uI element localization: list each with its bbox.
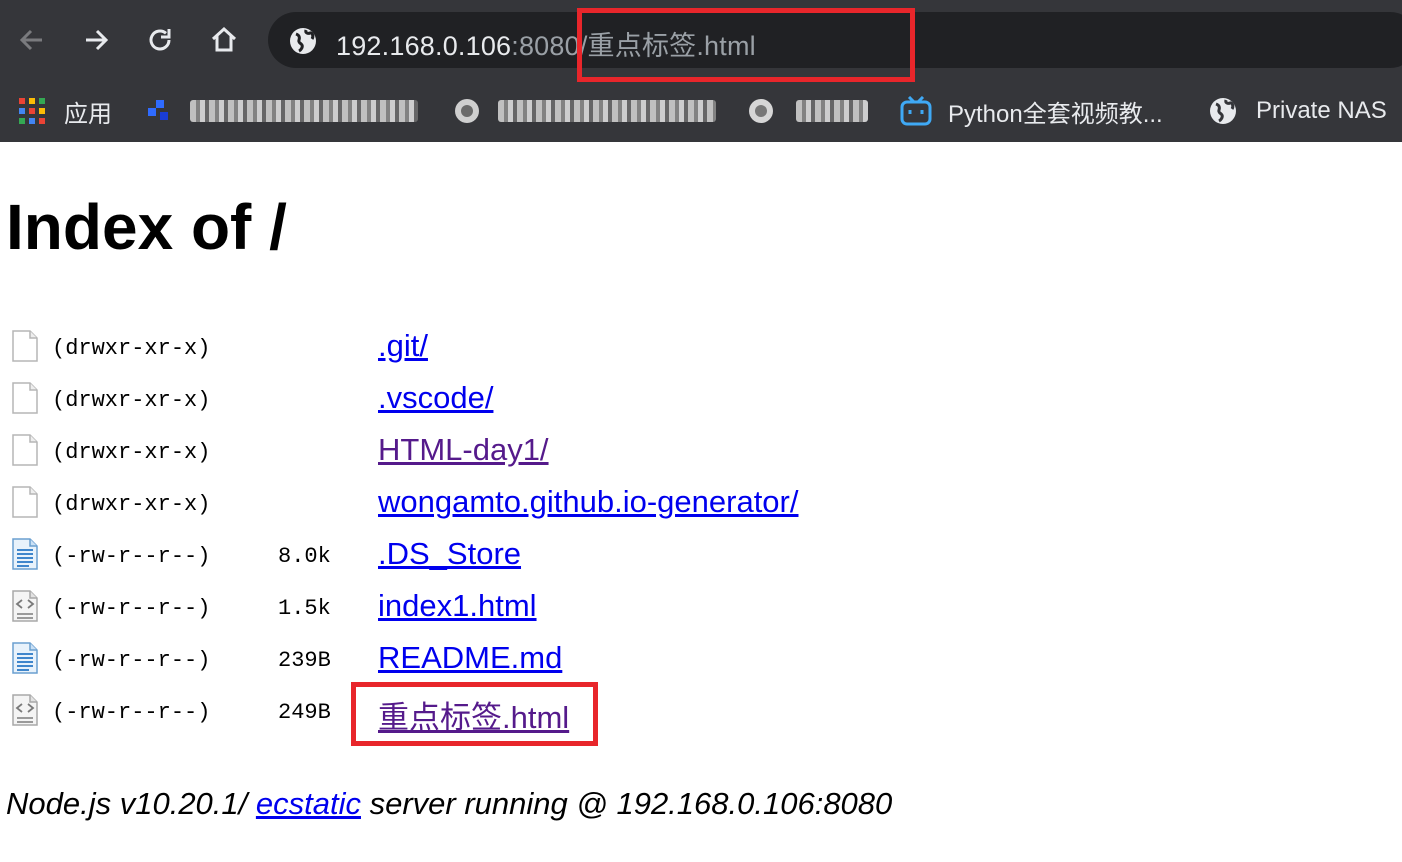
file-size: 239B [278, 648, 331, 673]
list-item: (-rw-r--r--) 1.5k index1.html [0, 582, 900, 634]
permissions: (-rw-r--r--) [52, 648, 211, 673]
file-link[interactable]: .git/ [378, 328, 428, 364]
blurred-label [190, 100, 418, 122]
globe-icon [290, 28, 316, 54]
permissions: (drwxr-xr-x) [52, 336, 211, 361]
bookmark-python[interactable]: Python全套视频教... [900, 94, 1163, 128]
text-file-icon [12, 642, 38, 674]
footer-prefix: Node.js v10.20.1/ [6, 786, 256, 821]
forward-button[interactable] [76, 20, 116, 60]
back-button[interactable] [12, 20, 52, 60]
blank-file-icon [12, 434, 38, 466]
file-size: 1.5k [278, 596, 331, 621]
reload-icon [149, 29, 171, 51]
file-link[interactable]: HTML-day1/ [378, 432, 549, 468]
reload-button[interactable] [140, 20, 180, 60]
footer-suffix: server running @ 192.168.0.106:8080 [361, 786, 893, 821]
blank-file-icon [12, 382, 38, 414]
permissions: (drwxr-xr-x) [52, 492, 211, 517]
bookmark-label: Private NAS [1256, 97, 1387, 124]
blank-file-icon [12, 486, 38, 518]
list-item: (drwxr-xr-x) HTML-day1/ [0, 426, 900, 478]
home-button[interactable] [204, 20, 244, 60]
permissions: (drwxr-xr-x) [52, 440, 211, 465]
permissions: (-rw-r--r--) [52, 700, 211, 725]
globe-icon [455, 99, 479, 123]
file-link[interactable]: index1.html [378, 588, 537, 624]
file-link[interactable]: .DS_Store [378, 536, 521, 572]
blurred-label [498, 100, 716, 122]
home-icon [211, 26, 237, 52]
permissions: (-rw-r--r--) [52, 596, 211, 621]
list-item: (drwxr-xr-x) .vscode/ [0, 374, 900, 426]
list-item: (-rw-r--r--) 8.0k .DS_Store [0, 530, 900, 582]
html-file-icon [12, 694, 38, 726]
file-link[interactable]: README.md [378, 640, 562, 676]
url-port: :8080 [511, 31, 580, 61]
url-host: 192.168.0.106 [336, 31, 512, 61]
bilibili-icon [900, 96, 932, 126]
globe-icon [749, 99, 773, 123]
url-highlight-box [577, 8, 915, 82]
bookmarks-bar: 应用 Python全套视频教... Private NAS [0, 80, 1402, 142]
file-highlight-box [351, 682, 598, 746]
bookmark-apps[interactable]: 应用 [18, 94, 112, 128]
permissions: (-rw-r--r--) [52, 544, 211, 569]
bookmark-label: Python全套视频教... [948, 100, 1163, 128]
list-item: (-rw-r--r--) 239B README.md [0, 634, 900, 686]
ecstatic-link[interactable]: ecstatic [256, 786, 361, 821]
site-icon [148, 100, 168, 120]
bookmark-blurred-1[interactable] [146, 94, 418, 128]
globe-icon [1210, 98, 1236, 124]
page-title: Index of / [6, 191, 287, 263]
apps-grid-icon [19, 98, 45, 124]
bookmark-blurred-3[interactable] [746, 94, 868, 128]
forward-arrow-icon [86, 29, 109, 51]
list-item: (drwxr-xr-x) wongamto.github.io-generato… [0, 478, 900, 530]
back-arrow-icon [19, 29, 42, 51]
bookmark-blurred-2[interactable] [452, 94, 716, 128]
file-size: 249B [278, 700, 331, 725]
file-link[interactable]: .vscode/ [378, 380, 493, 416]
bookmark-private-nas[interactable]: Private NAS [1208, 94, 1387, 128]
list-item: (drwxr-xr-x) .git/ [0, 322, 900, 374]
blurred-label [796, 100, 868, 122]
blank-file-icon [12, 330, 38, 362]
file-link[interactable]: wongamto.github.io-generator/ [378, 484, 798, 520]
server-footer: Node.js v10.20.1/ ecstatic server runnin… [6, 786, 892, 822]
file-size: 8.0k [278, 544, 331, 569]
html-file-icon [12, 590, 38, 622]
text-file-icon [12, 538, 38, 570]
bookmark-label: 应用 [64, 100, 112, 128]
permissions: (drwxr-xr-x) [52, 388, 211, 413]
